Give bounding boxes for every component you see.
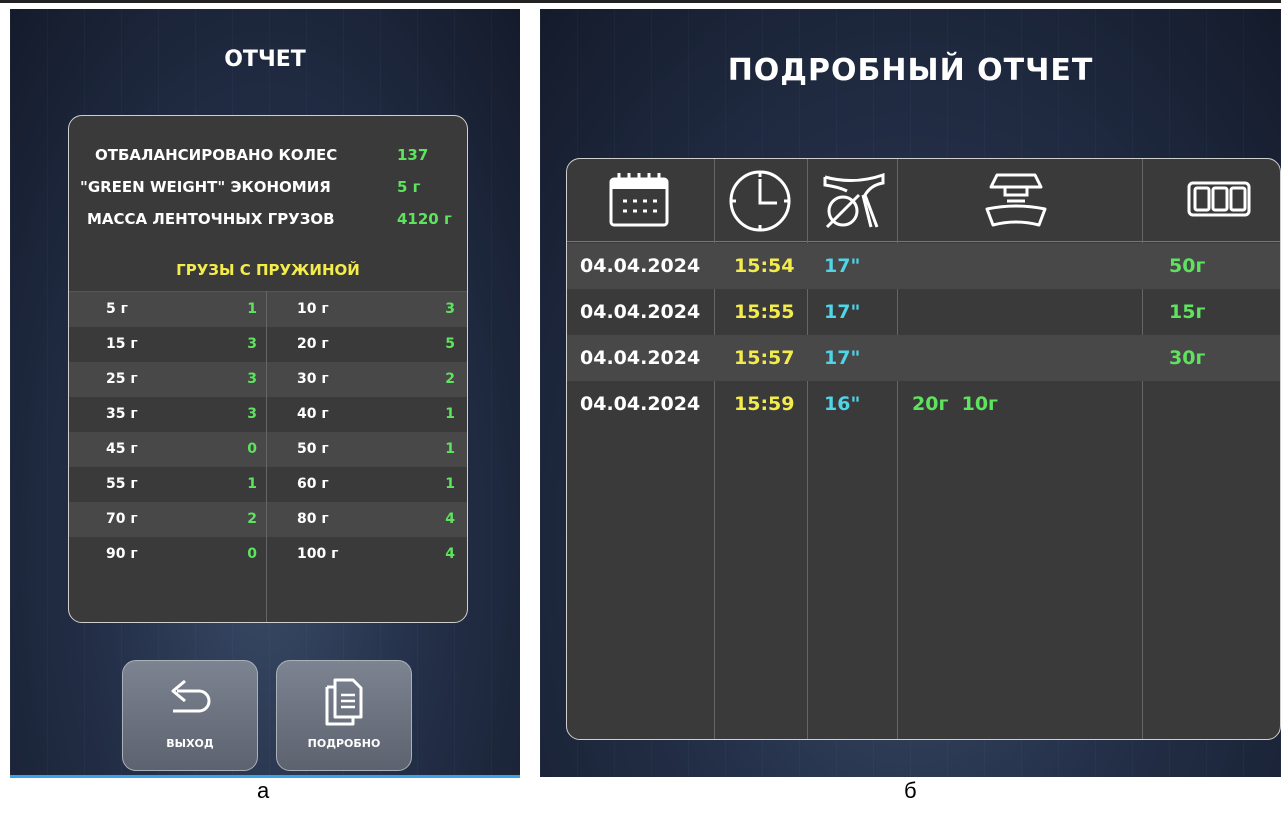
date-cell: 04.04.2024 xyxy=(580,301,701,323)
count-cell: 5 xyxy=(445,336,455,352)
count-cell: 1 xyxy=(445,476,455,492)
weight-cell: 5 г xyxy=(106,301,128,317)
weight-cell: 40 г xyxy=(297,406,329,422)
stat-wheels-balanced: ОТБАЛАНСИРОВАНО КОЛЕС 137 xyxy=(69,140,467,170)
weight-cell: 35 г xyxy=(106,406,138,422)
stat-adhesive-mass: МАССА ЛЕНТОЧНЫХ ГРУЗОВ 4120 г xyxy=(69,204,467,234)
clock-icon xyxy=(729,170,791,232)
adhesive-weights-icon xyxy=(1187,181,1251,217)
count-cell: 3 xyxy=(247,371,257,387)
weight-cell: 60 г xyxy=(297,476,329,492)
document-icon xyxy=(325,678,363,726)
count-cell: 3 xyxy=(247,406,257,422)
table-row: 15 г 3 20 г 5 xyxy=(69,327,467,362)
table-row: 25 г 3 30 г 2 xyxy=(69,362,467,397)
stat-value: 5 г xyxy=(397,178,421,196)
weight-cell: 15 г xyxy=(106,336,138,352)
stat-green-weight: "GREEN WEIGHT" ЭКОНОМИЯ 5 г xyxy=(69,172,467,202)
weight-cell: 20 г xyxy=(297,336,329,352)
size-cell: 17" xyxy=(824,301,861,323)
table-row: 5 г 1 10 г 3 xyxy=(69,292,467,327)
date-cell: 04.04.2024 xyxy=(580,393,701,415)
detailed-report-screen: ПОДРОБНЫЙ ОТЧЕТ 04.04.2024 15:54 17" 50г… xyxy=(540,9,1281,777)
stat-label: ОТБАЛАНСИРОВАНО КОЛЕС xyxy=(95,146,338,164)
report-panel: ОТБАЛАНСИРОВАНО КОЛЕС 137 "GREEN WEIGHT"… xyxy=(68,115,468,623)
weight-cell: 45 г xyxy=(106,441,138,457)
detail-button[interactable]: ПОДРОБНО xyxy=(276,660,412,771)
time-cell: 15:55 xyxy=(734,301,795,323)
count-cell: 2 xyxy=(247,511,257,527)
weight-cell: 50 г xyxy=(297,441,329,457)
table-row: 45 г 0 50 г 1 xyxy=(69,432,467,467)
report-screen: ОТЧЕТ ОТБАЛАНСИРОВАНО КОЛЕС 137 "GREEN W… xyxy=(10,9,520,775)
figure-caption-b: б xyxy=(904,778,917,803)
count-cell: 4 xyxy=(445,511,455,527)
table-row: 35 г 3 40 г 1 xyxy=(69,397,467,432)
size-cell: 17" xyxy=(824,347,861,369)
return-arrow-icon xyxy=(171,679,211,713)
count-cell: 3 xyxy=(247,336,257,352)
table-row: 04.04.2024 15:59 16" 20г 10г xyxy=(567,381,1280,427)
count-cell: 1 xyxy=(445,406,455,422)
top-border-line xyxy=(0,0,1281,3)
table-row: 55 г 1 60 г 1 xyxy=(69,467,467,502)
count-cell: 1 xyxy=(445,441,455,457)
size-cell: 16" xyxy=(824,393,861,415)
count-cell: 1 xyxy=(247,301,257,317)
page-title: ПОДРОБНЫЙ ОТЧЕТ xyxy=(727,53,1094,88)
weight-cell: 25 г xyxy=(106,371,138,387)
table-row: 04.04.2024 15:57 17" 30г xyxy=(567,335,1280,381)
page-title: ОТЧЕТ xyxy=(224,47,306,72)
weight-cell: 55 г xyxy=(106,476,138,492)
date-cell: 04.04.2024 xyxy=(580,255,701,277)
adhesive-weights-cell: 15г xyxy=(1169,301,1206,323)
count-cell: 1 xyxy=(247,476,257,492)
weight-cell: 80 г xyxy=(297,511,329,527)
time-cell: 15:57 xyxy=(734,347,795,369)
figure-caption-a: а xyxy=(257,778,270,803)
adhesive-weights-cell: 30г xyxy=(1169,347,1206,369)
clip-weights-cell: 20г 10г xyxy=(912,393,998,415)
weight-cell: 90 г xyxy=(106,546,138,562)
count-cell: 0 xyxy=(247,546,257,562)
stat-label: МАССА ЛЕНТОЧНЫХ ГРУЗОВ xyxy=(87,210,335,228)
count-cell: 3 xyxy=(445,301,455,317)
stat-value: 137 xyxy=(397,146,429,164)
weight-cell: 70 г xyxy=(106,511,138,527)
date-cell: 04.04.2024 xyxy=(580,347,701,369)
count-cell: 4 xyxy=(445,546,455,562)
exit-button[interactable]: ВЫХОД xyxy=(122,660,258,771)
clip-weights-icon xyxy=(985,173,1047,227)
size-cell: 17" xyxy=(824,255,861,277)
column-divider xyxy=(266,291,267,622)
stat-label: "GREEN WEIGHT" ЭКОНОМИЯ xyxy=(80,178,331,196)
adhesive-weights-cell: 50г xyxy=(1169,255,1206,277)
table-row: 90 г 0 100 г 4 xyxy=(69,537,467,572)
table-row: 04.04.2024 15:55 17" 15г xyxy=(567,289,1280,335)
stat-value: 4120 г xyxy=(397,210,452,228)
time-cell: 15:54 xyxy=(734,255,795,277)
count-cell: 0 xyxy=(247,441,257,457)
exit-button-label: ВЫХОД xyxy=(166,737,214,750)
weight-cell: 30 г xyxy=(297,371,329,387)
table-header xyxy=(567,159,1280,242)
table-row: 04.04.2024 15:54 17" 50г xyxy=(567,243,1280,289)
calendar-icon xyxy=(609,173,669,227)
rim-diameter-icon xyxy=(823,172,885,229)
spring-weights-heading: ГРУЗЫ С ПРУЖИНОЙ xyxy=(176,261,360,279)
table-row: 70 г 2 80 г 4 xyxy=(69,502,467,537)
weight-cell: 100 г xyxy=(297,546,339,562)
weight-cell: 10 г xyxy=(297,301,329,317)
detailed-report-panel: 04.04.2024 15:54 17" 50г 04.04.2024 15:5… xyxy=(566,158,1281,740)
count-cell: 2 xyxy=(445,371,455,387)
detail-button-label: ПОДРОБНО xyxy=(307,737,381,750)
spring-weights-table: 5 г 1 10 г 3 15 г 3 20 г 5 25 г 3 30 г 2… xyxy=(69,291,467,572)
time-cell: 15:59 xyxy=(734,393,795,415)
